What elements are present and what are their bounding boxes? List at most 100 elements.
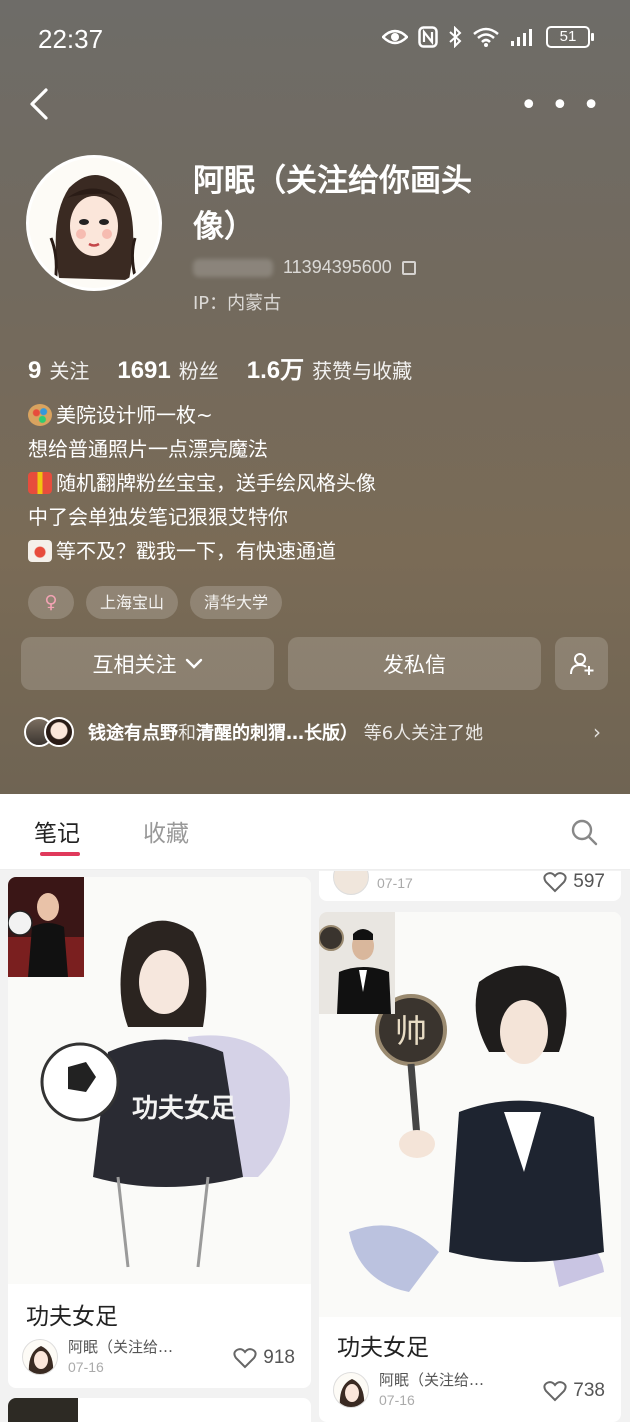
heart-icon xyxy=(543,1381,567,1402)
stat-fans-count: 1691 xyxy=(117,357,171,384)
card-author-avatar[interactable] xyxy=(333,1372,369,1408)
chevron-right-icon: › xyxy=(593,720,601,744)
wifi-icon xyxy=(473,27,499,47)
user-id: 11394395600 xyxy=(283,257,392,277)
profile-actions: 互相关注 发私信 xyxy=(21,637,608,690)
palette-icon xyxy=(28,404,52,426)
card-date: 07-17 xyxy=(377,875,413,891)
card-meta: 阿眠（关注给… 07-16 xyxy=(333,1370,484,1410)
add-friend-button[interactable] xyxy=(555,637,608,690)
avatar[interactable] xyxy=(26,155,162,291)
card-author-avatar[interactable] xyxy=(22,1339,58,1375)
profile-tags: ♀ 上海宝山 清华大学 xyxy=(28,586,283,619)
love-letter-icon xyxy=(28,540,52,562)
bio-text: 等不及？戳我一下，有快速通道 xyxy=(56,539,336,563)
stat-following[interactable]: 9 关注 xyxy=(28,355,89,385)
card-title: 功夫女足 xyxy=(26,1304,118,1330)
blurred-username xyxy=(193,258,273,277)
school-tag[interactable]: 清华大学 xyxy=(190,586,283,619)
avatar-illustration xyxy=(29,158,159,288)
card-author-name[interactable]: 阿眠（关注给… xyxy=(68,1337,173,1357)
profile-header: 22:37 51 • • • 阿眠（关注给你画头 像） 11394395600 … xyxy=(0,0,630,794)
stat-fans-label: 粉丝 xyxy=(178,359,219,383)
user-id-row: 11394395600 xyxy=(193,257,416,278)
bio-line: 中了会单独发笔记狠狠艾特你 xyxy=(28,500,376,534)
tab-collections[interactable]: 收藏 xyxy=(143,814,189,848)
card-likes[interactable]: 918 xyxy=(233,1347,295,1369)
profile-bio: 美院设计师一枚~ 想给普通照片一点漂亮魔法 随机翻牌粉丝宝宝，送手绘风格头像 中… xyxy=(28,398,376,568)
bio-text: 随机翻牌粉丝宝宝，送手绘风格头像 xyxy=(56,471,376,495)
mutual-followers-row[interactable]: 钱途有点野和清醒的刺猬…长版） 等6人关注了她 › xyxy=(24,712,609,752)
mutual-follow-button[interactable]: 互相关注 xyxy=(21,637,274,690)
card-author-info: 阿眠（关注给… 07-16 xyxy=(379,1370,484,1410)
bio-line: 美院设计师一枚~ xyxy=(28,398,376,432)
card-author-name[interactable]: 阿眠（关注给… xyxy=(379,1370,484,1390)
stat-likes-label: 获赞与收藏 xyxy=(312,359,413,383)
card-original-photo xyxy=(319,912,395,1014)
gift-icon xyxy=(28,472,52,494)
card-author-info: 阿眠（关注给… 07-16 xyxy=(68,1337,173,1377)
note-card-partial[interactable] xyxy=(8,1398,311,1422)
card-author-avatar xyxy=(333,871,369,895)
badge-text: 帅 xyxy=(395,1012,427,1050)
mutual-avatar-2 xyxy=(44,717,74,747)
mutual-name-2: 清醒的刺猬…长版） xyxy=(196,723,358,744)
stat-following-label: 关注 xyxy=(49,359,90,383)
profile-name-line1: 阿眠（关注给你画头 xyxy=(193,163,472,199)
notes-feed: 07-17 597 功夫女足 功夫女足 阿眠（关注给… 07-16 918 帅 … xyxy=(0,871,630,1422)
card-original-photo xyxy=(8,1398,78,1422)
note-card[interactable]: 帅 功夫女足 阿眠（关注给… 07-16 738 xyxy=(319,912,621,1422)
content-tab-bar: 笔记 收藏 xyxy=(0,794,630,870)
battery-indicator: 51 xyxy=(546,26,594,48)
mutual-and: 和 xyxy=(178,723,196,744)
bio-line: 等不及？戳我一下，有快速通道 xyxy=(28,534,376,568)
stat-likes[interactable]: 1.6万 获赞与收藏 xyxy=(247,350,412,385)
status-bar: 22:37 51 xyxy=(0,0,630,80)
mutual-followers-text: 钱途有点野和清醒的刺猬…长版） 等6人关注了她 xyxy=(88,719,483,745)
signal-icon xyxy=(511,29,532,46)
mutual-name-1: 钱途有点野 xyxy=(88,723,178,744)
nfc-icon xyxy=(418,26,438,48)
stat-following-count: 9 xyxy=(28,357,42,384)
shirt-text: 功夫女足 xyxy=(132,1093,236,1124)
bio-line: 想给普通照片一点漂亮魔法 xyxy=(28,432,376,466)
heart-icon xyxy=(233,1348,257,1369)
search-icon[interactable] xyxy=(570,818,598,846)
heart-icon xyxy=(543,872,567,893)
bio-line: 随机翻牌粉丝宝宝，送手绘风格头像 xyxy=(28,466,376,500)
profile-name-line2: 像） xyxy=(193,209,255,245)
gender-tag: ♀ xyxy=(28,586,74,619)
mutual-follow-label: 互相关注 xyxy=(92,652,177,677)
bio-text: 想给普通照片一点漂亮魔法 xyxy=(28,437,268,461)
bio-text: 中了会单独发笔记狠狠艾特你 xyxy=(28,505,288,529)
note-card[interactable]: 功夫女足 功夫女足 阿眠（关注给… 07-16 918 xyxy=(8,877,311,1388)
card-date: 07-16 xyxy=(68,1359,104,1375)
status-icons: 51 xyxy=(382,26,594,48)
profile-stats: 9 关注 1691 粉丝 1.6万 获赞与收藏 xyxy=(28,350,412,385)
copy-icon[interactable] xyxy=(401,260,416,275)
mutual-suffix: 等6人关注了她 xyxy=(363,723,484,744)
card-original-photo xyxy=(8,877,84,977)
send-message-button[interactable]: 发私信 xyxy=(288,637,541,690)
eye-icon xyxy=(382,29,408,45)
ip-location: IP：内蒙古 xyxy=(193,293,282,314)
location-tag[interactable]: 上海宝山 xyxy=(86,586,179,619)
note-card-partial[interactable]: 07-17 597 xyxy=(319,871,621,901)
stat-likes-count: 1.6万 xyxy=(246,357,305,384)
more-options-icon[interactable]: • • • xyxy=(520,91,602,121)
back-arrow-icon[interactable] xyxy=(26,86,56,122)
card-likes-count: 597 xyxy=(573,871,605,892)
card-likes[interactable]: 738 xyxy=(543,1380,605,1402)
card-likes-count: 738 xyxy=(573,1380,605,1401)
tab-notes[interactable]: 笔记 xyxy=(34,814,80,848)
chevron-down-icon xyxy=(185,658,202,669)
card-likes[interactable]: 597 xyxy=(543,871,605,893)
card-likes-count: 918 xyxy=(263,1347,295,1368)
bluetooth-icon xyxy=(449,26,462,48)
send-message-label: 发私信 xyxy=(383,652,446,677)
bio-text: 美院设计师一枚~ xyxy=(56,403,213,427)
active-tab-indicator xyxy=(40,852,80,856)
add-user-icon xyxy=(569,652,593,675)
stat-fans[interactable]: 1691 粉丝 xyxy=(117,355,218,385)
status-time: 22:37 xyxy=(38,24,104,54)
